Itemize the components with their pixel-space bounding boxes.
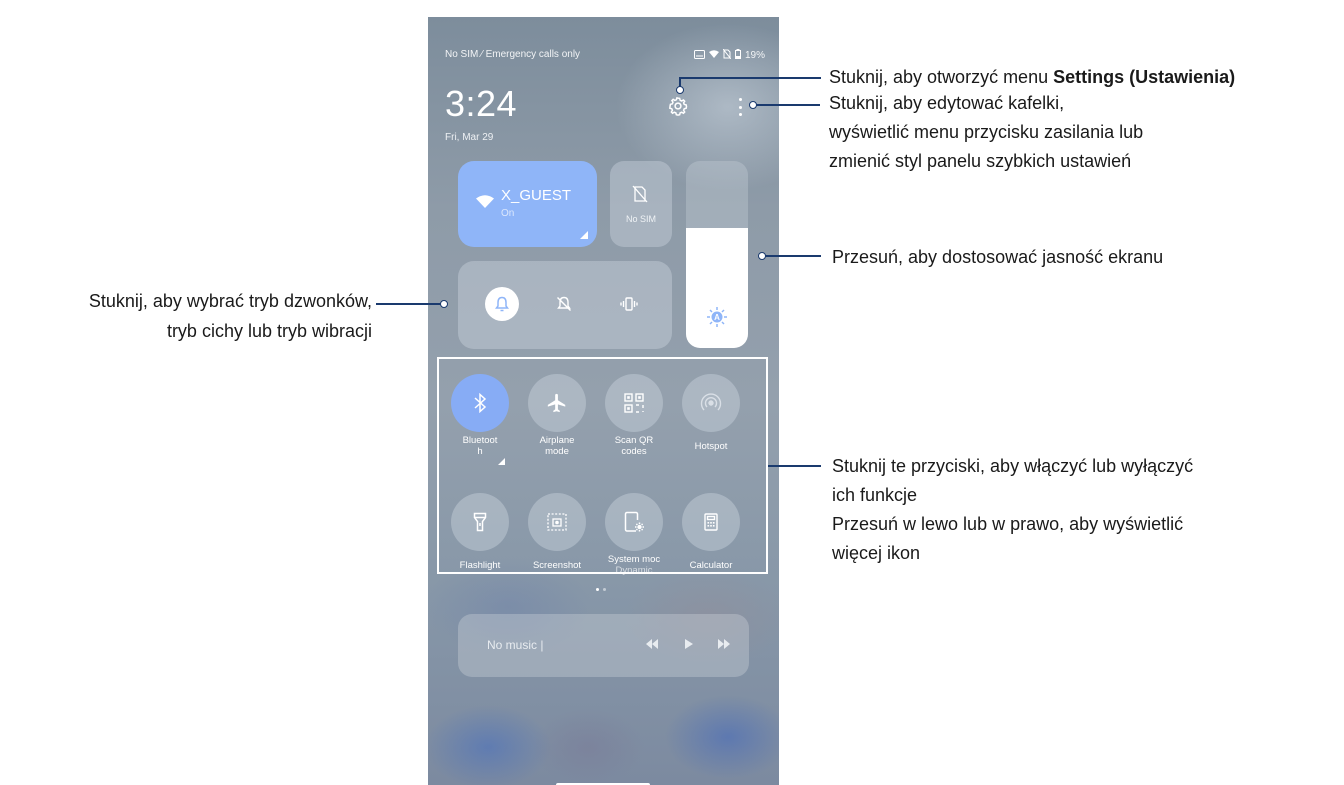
ringer-callout-line-1: Stuknij, aby wybrać tryb dzwonków, bbox=[88, 291, 372, 311]
play-icon[interactable] bbox=[684, 637, 694, 655]
callout-dot bbox=[676, 86, 684, 94]
ring-mode-button[interactable] bbox=[485, 287, 519, 321]
no-sim-label: No SIM bbox=[625, 214, 656, 224]
edit-callout-line-2: wyświetlić menu przycisku zasilania lub bbox=[829, 122, 1144, 142]
more-options-icon[interactable] bbox=[737, 98, 743, 116]
callout-line bbox=[752, 104, 820, 106]
fast-forward-icon[interactable] bbox=[717, 637, 731, 655]
settings-callout-bold: Settings (Ustawienia) bbox=[1053, 67, 1236, 87]
rewind-icon[interactable] bbox=[645, 637, 659, 655]
callout-line bbox=[768, 465, 821, 467]
wifi-network-name: X_GUEST bbox=[501, 187, 572, 204]
edit-callout-line-1: Stuknij, aby edytować kafelki, bbox=[829, 93, 1065, 113]
silent-mode-button[interactable] bbox=[547, 287, 581, 321]
wifi-status: On bbox=[501, 208, 515, 219]
battery-icon bbox=[734, 49, 741, 62]
callout-dot bbox=[749, 101, 757, 109]
toggles-callout-line-3: Przesuń w lewo lub w prawo, aby wyświetl… bbox=[832, 514, 1184, 534]
expand-corner-icon[interactable] bbox=[580, 231, 588, 239]
card-icon bbox=[693, 49, 705, 62]
clock: 3:24 bbox=[445, 83, 518, 124]
media-player: No music | bbox=[458, 614, 749, 677]
brightness-slider[interactable]: A bbox=[686, 161, 748, 348]
settings-callout-text: Stuknij, aby otworzyć menu bbox=[829, 67, 1054, 87]
callout-dot bbox=[758, 252, 766, 260]
no-sim-status-icon bbox=[722, 48, 732, 62]
toggles-callout-line-1: Stuknij te przyciski, aby włączyć lub wy… bbox=[832, 456, 1194, 476]
ringer-callout-line-2: tryb cichy lub tryb wibracji bbox=[166, 321, 372, 341]
callout-line bbox=[761, 255, 821, 257]
status-icons: 19% bbox=[693, 48, 765, 62]
svg-text:A: A bbox=[714, 313, 720, 322]
wifi-icon bbox=[476, 195, 494, 213]
date: Fri, Mar 29 bbox=[445, 132, 494, 143]
callout-dot bbox=[440, 300, 448, 308]
status-bar: No SIM ⁄ Emergency calls only 19% bbox=[445, 48, 765, 63]
wifi-status-icon bbox=[708, 49, 719, 62]
edit-callout-line-3: zmienić styl panelu szybkich ustawień bbox=[829, 151, 1132, 171]
mobile-data-tile[interactable]: No SIM bbox=[610, 161, 672, 247]
media-status-text: No music | bbox=[487, 638, 544, 652]
toggles-callout-line-4: więcej ikon bbox=[832, 543, 921, 563]
brightness-callout: Przesuń, aby dostosować jasność ekranu bbox=[832, 247, 1164, 267]
vibrate-mode-button[interactable] bbox=[612, 287, 646, 321]
toggles-callout-line-2: ich funkcje bbox=[832, 485, 918, 505]
no-sim-icon bbox=[632, 185, 648, 208]
sound-mode-tile bbox=[458, 261, 672, 349]
auto-brightness-icon[interactable]: A bbox=[706, 306, 728, 328]
page-indicator bbox=[596, 588, 606, 591]
callout-line bbox=[679, 77, 821, 79]
quick-settings-highlight-box bbox=[437, 357, 768, 574]
carrier-text: No SIM ⁄ Emergency calls only bbox=[445, 49, 581, 60]
brightness-fill bbox=[686, 228, 748, 348]
settings-gear-icon[interactable] bbox=[668, 96, 688, 116]
callout-line bbox=[376, 303, 444, 305]
wifi-tile[interactable]: X_GUEST On bbox=[458, 161, 597, 247]
battery-percent: 19% bbox=[744, 50, 765, 61]
settings-callout: Stuknij, aby otworzyć menu Settings (Ust… bbox=[829, 65, 1235, 90]
